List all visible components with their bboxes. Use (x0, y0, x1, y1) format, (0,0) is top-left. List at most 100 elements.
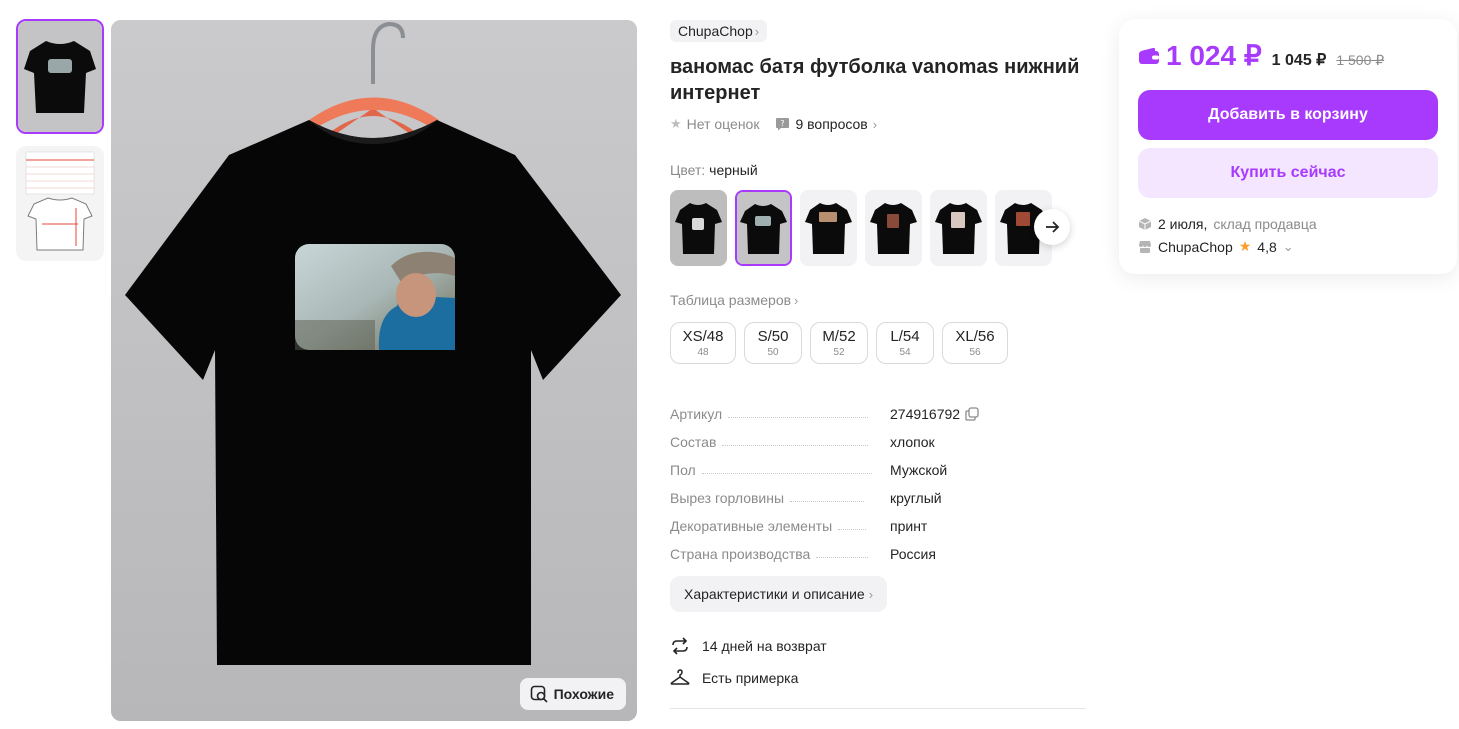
feature-fitting: Есть примерка (670, 662, 1086, 694)
feature-text: 14 дней на возврат (702, 638, 827, 654)
swatch-shirt-image (805, 203, 852, 254)
spec-key: Пол (670, 462, 696, 478)
spec-value: круглый (890, 490, 942, 506)
color-label: Цвет: черный (670, 162, 1086, 178)
color-swatches (670, 190, 1086, 266)
color-value: черный (709, 162, 758, 178)
spec-row-composition: Состав хлопок (670, 422, 1086, 450)
wallet-icon (1139, 47, 1159, 64)
rating-link[interactable]: ★ Нет оценок (670, 116, 759, 132)
price-value: 1 024 ₽ (1166, 40, 1262, 71)
swatch-shirt-image (737, 192, 790, 264)
divider (670, 708, 1086, 709)
search-similar-icon (530, 685, 548, 703)
swatches-next-button[interactable] (1034, 209, 1070, 245)
brand-link[interactable]: ChupaChop › (670, 20, 768, 42)
spec-value: принт (890, 518, 928, 534)
shop-icon (1139, 240, 1151, 253)
spec-dots (816, 557, 869, 558)
chevron-down-icon: ⌄ (1282, 238, 1294, 254)
feature-text: Есть примерка (702, 670, 799, 686)
swatch-shirt-image (675, 203, 722, 254)
size-option[interactable]: S/50 50 (744, 322, 802, 364)
spec-row-country: Страна производства Россия (670, 534, 1086, 562)
price-row: 1 024 ₽ 1 045 ₽ 1 500 ₽ (1138, 39, 1438, 72)
add-to-cart-button[interactable]: Добавить в корзину (1138, 90, 1438, 140)
size-table-link[interactable]: Таблица размеров › (670, 292, 1086, 308)
spec-dots (728, 417, 869, 418)
main-product-image[interactable]: Похожие (111, 20, 637, 721)
article-number: 274916792 (890, 406, 961, 422)
color-swatch[interactable] (930, 190, 987, 266)
product-info: ChupaChop › ваномас батя футболка vanoma… (670, 20, 1086, 709)
spec-dots (790, 501, 865, 502)
questions-text: 9 вопросов (795, 116, 868, 132)
size-sub-label: 48 (697, 346, 709, 358)
spec-dots (722, 445, 869, 446)
specs-list: Артикул 274916792 Состав хлопок Пол Мужс… (670, 394, 1086, 562)
product-title: ваномас батя футболка vanomas нижний инт… (670, 56, 1080, 104)
swatch-shirt-image (935, 203, 982, 254)
size-option[interactable]: XL/56 56 (942, 322, 1008, 364)
spec-dots (701, 473, 872, 474)
seller-rating: 4,8 (1257, 238, 1277, 255)
box-icon (1138, 218, 1152, 230)
color-prefix: Цвет: (670, 162, 706, 178)
size-selector: XS/48 48 S/50 50 M/52 52 L/54 54 XL/56 5… (670, 322, 1086, 364)
similar-button[interactable]: Похожие (519, 678, 626, 710)
spec-row-gender: Пол Мужской (670, 450, 1086, 478)
spec-key: Артикул (670, 406, 723, 422)
chevron-right-icon: › (754, 23, 760, 39)
rating-text: Нет оценок (686, 116, 760, 132)
wallet-price: 1 024 ₽ (1138, 39, 1262, 72)
questions-link[interactable]: ? 9 вопросов › (775, 116, 877, 132)
spec-key: Декоративные элементы (670, 518, 833, 534)
size-option[interactable]: XS/48 48 (670, 322, 736, 364)
spec-value: Мужской (890, 462, 948, 478)
color-swatch[interactable] (800, 190, 857, 266)
spec-key: Страна производства (670, 546, 811, 562)
hanger-icon (670, 669, 690, 685)
features-list: 14 дней на возврат Есть примерка (670, 630, 1086, 694)
size-sub-label: 52 (833, 346, 845, 358)
thumbnail-shirt-photo[interactable] (16, 19, 104, 134)
delivery-source: склад продавца (1213, 216, 1317, 232)
color-swatch[interactable] (670, 190, 727, 266)
tshirt-photo (111, 20, 637, 721)
spec-dots (838, 529, 867, 530)
old-price: 1 500 ₽ (1336, 51, 1385, 68)
spec-key: Состав (670, 434, 717, 450)
gallery-thumbnails (16, 19, 104, 273)
product-page: Похожие ChupaChop › ваномас батя футболк… (0, 0, 1459, 729)
spec-value: хлопок (890, 434, 935, 450)
size-option[interactable]: M/52 52 (810, 322, 868, 364)
buy-now-button[interactable]: Купить сейчас (1138, 148, 1438, 198)
spec-row-neckline: Вырез горловины круглый (670, 478, 1086, 506)
delivery-date: 2 июля, (1158, 216, 1208, 232)
size-chart-thumbnail-image (16, 146, 104, 261)
size-label: M/52 (822, 327, 856, 345)
question-bubble-icon: ? (776, 118, 790, 131)
chevron-right-icon: › (794, 292, 799, 308)
color-swatch-selected[interactable] (735, 190, 792, 266)
return-arrows-icon (672, 637, 688, 655)
size-table-label: Таблица размеров (670, 292, 792, 308)
color-swatch[interactable] (865, 190, 922, 266)
thumbnail-size-chart[interactable] (16, 146, 104, 261)
price-without-wallet: 1 045 ₽ (1271, 51, 1327, 69)
rating-questions-row: ★ Нет оценок ? 9 вопросов › (670, 116, 1086, 132)
size-label: L/54 (890, 327, 920, 345)
chevron-right-icon: › (868, 586, 874, 602)
copy-icon[interactable] (965, 407, 979, 421)
shirt-thumbnail-image (18, 21, 102, 132)
description-button[interactable]: Характеристики и описание › (670, 576, 888, 612)
size-label: S/50 (757, 327, 789, 345)
star-icon: ★ (670, 116, 682, 131)
size-option[interactable]: L/54 54 (876, 322, 934, 364)
feature-return: 14 дней на возврат (670, 630, 1086, 662)
star-icon: ★ (1238, 238, 1252, 254)
size-sub-label: 56 (969, 346, 981, 358)
seller-info[interactable]: ChupaChop ★ 4,8 ⌄ (1138, 238, 1438, 255)
chevron-right-icon: › (872, 116, 878, 132)
swatch-shirt-image (870, 203, 917, 254)
